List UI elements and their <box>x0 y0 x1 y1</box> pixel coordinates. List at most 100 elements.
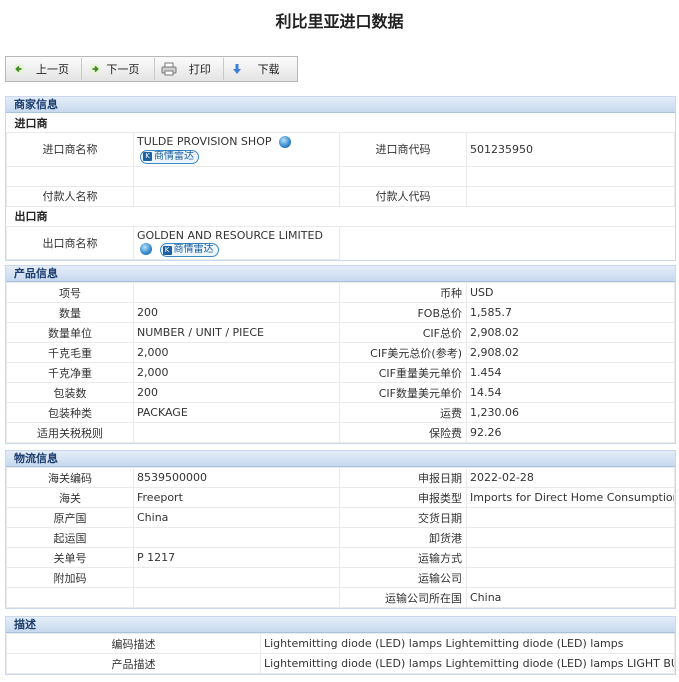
product-row: 包装数 200 CIF数量美元单价 14.54 <box>6 382 675 403</box>
product-row: 千克净重 2,000 CIF重量美元单价 1.454 <box>6 362 675 383</box>
logistics-field-value: 2022-02-28 <box>466 467 675 488</box>
product-field-value: 2,908.02 <box>466 342 675 363</box>
merchant-section: 商家信息 进口商 进口商名称 TULDE PROVISION SHOP K 商情雷… <box>5 96 676 261</box>
product-field-value: 200 <box>133 302 340 323</box>
product-field-label: CIF数量美元单价 <box>339 382 467 403</box>
product-description-value: Lightemitting diode (LED) lamps Lightemi… <box>260 653 675 674</box>
next-page-label: 下一页 <box>106 63 140 76</box>
product-row: 数量单位 NUMBER / UNIT / PIECE CIF总价 2,908.02 <box>6 322 675 343</box>
importer-name-cell: TULDE PROVISION SHOP K 商情雷达 <box>133 132 340 167</box>
logistics-row: 原产国 China 交货日期 <box>6 507 675 528</box>
product-field-label: CIF重量美元单价 <box>339 362 467 383</box>
logistics-table: 海关编码 8539500000 申报日期 2022-02-28 海关 Freeport 申报… <box>6 467 675 608</box>
print-label: 打印 <box>188 63 211 76</box>
exporter-name-value[interactable]: GOLDEN AND RESOURCE LIMITED <box>137 229 323 242</box>
logistics-field-label <box>6 587 134 608</box>
exporter-name-label: 出口商名称 <box>6 225 134 260</box>
product-row: 项号 币种 USD <box>6 282 675 303</box>
importer-name-value[interactable]: TULDE PROVISION SHOP <box>137 135 271 148</box>
product-field-label: 包装数 <box>6 382 134 403</box>
product-field-label: 币种 <box>339 282 467 303</box>
logistics-field-label: 卸货港 <box>339 527 467 548</box>
logistics-field-value <box>133 587 340 608</box>
logistics-field-label: 申报日期 <box>339 467 467 488</box>
importer-name-label: 进口商名称 <box>6 132 134 167</box>
page-title: 利比里亚进口数据 <box>275 12 404 31</box>
product-field-value: 1.454 <box>466 362 675 383</box>
logistics-field-label: 交货日期 <box>339 507 467 528</box>
product-field-label: 包装种类 <box>6 402 134 423</box>
logistics-row: 运输公司所在国 China <box>6 587 675 608</box>
product-field-value: 2,000 <box>133 362 340 383</box>
trade-radar-label: 商情雷达 <box>154 150 194 162</box>
payer-code-label: 付款人代码 <box>339 185 467 207</box>
globe-icon[interactable] <box>140 242 152 255</box>
arrow-left-icon <box>12 62 26 76</box>
payer-code-value <box>466 185 675 207</box>
importer-code-label: 进口商代码 <box>339 132 467 167</box>
description-section: 描述 编码描述 Lightemitting diode (LED) lamps … <box>5 616 676 675</box>
logistics-field-value: Imports for Direct Home Consumption <box>466 487 675 508</box>
product-field-label: 数量 <box>6 302 134 323</box>
product-section: 产品信息 项号 币种 USD 数量 200 FOB总价 1,585.7 数量单位 NUMBER … <box>5 265 676 444</box>
product-table: 项号 币种 USD 数量 200 FOB总价 1,585.7 数量单位 NUMBER / UNI… <box>6 282 675 443</box>
arrow-down-icon <box>230 62 244 76</box>
importer-code-value: 501235950 <box>466 132 675 167</box>
payer-name-value <box>133 185 340 207</box>
globe-icon[interactable] <box>278 136 291 148</box>
product-field-value: 92.26 <box>466 422 675 443</box>
radar-logo-icon: K <box>143 152 152 161</box>
logistics-field-value: China <box>466 587 675 608</box>
logistics-field-value <box>133 527 340 548</box>
logistics-row: 海关 Freeport 申报类型 Imports for Direct Home Co… <box>6 487 675 508</box>
logistics-field-label: 申报类型 <box>339 487 467 508</box>
product-field-value: 1,585.7 <box>466 302 675 323</box>
print-button[interactable]: 打印 <box>155 58 224 80</box>
exporter-subheader: 出口商 <box>6 206 675 227</box>
trade-radar-button[interactable]: K 商情雷达 <box>159 243 219 257</box>
logistics-section-header: 物流信息 <box>6 451 675 467</box>
logistics-row: 关单号 P 1217 运输方式 <box>6 547 675 568</box>
product-row: 适用关税税则 保险费 92.26 <box>6 422 675 443</box>
product-field-label: CIF总价 <box>339 322 467 343</box>
product-field-value: USD <box>466 282 675 303</box>
product-field-value: 2,000 <box>133 342 340 363</box>
exporter-name-cell: GOLDEN AND RESOURCE LIMITED K 商情雷达 <box>133 225 340 260</box>
product-field-value: NUMBER / UNIT / PIECE <box>133 322 340 343</box>
next-page-button[interactable]: 下一页 <box>82 58 155 80</box>
radar-logo-icon: K <box>162 245 172 255</box>
product-field-value: 1,230.06 <box>466 402 675 423</box>
logistics-row: 起运国 卸货港 <box>6 527 675 548</box>
logistics-field-value <box>466 507 675 528</box>
merchant-table: 进口商 进口商名称 TULDE PROVISION SHOP K 商情雷达 进口商… <box>6 113 675 260</box>
logistics-field-value <box>466 547 675 568</box>
logistics-field-value: China <box>133 507 340 528</box>
description-section-header: 描述 <box>6 617 675 633</box>
logistics-field-label: 海关 <box>6 487 134 508</box>
code-description-label: 编码描述 <box>6 633 261 654</box>
logistics-field-value <box>466 527 675 548</box>
product-section-header: 产品信息 <box>6 266 675 282</box>
logistics-field-label: 原产国 <box>6 507 134 528</box>
trade-radar-label: 商情雷达 <box>173 244 214 255</box>
product-field-value <box>133 422 340 443</box>
product-field-value: 14.54 <box>466 382 675 403</box>
logistics-field-label: 关单号 <box>6 547 134 568</box>
logistics-field-value: 8539500000 <box>133 467 340 488</box>
logistics-field-label: 海关编码 <box>6 467 134 488</box>
product-field-label: 数量单位 <box>6 322 134 343</box>
product-row: 数量 200 FOB总价 1,585.7 <box>6 302 675 323</box>
product-field-label: 千克毛重 <box>6 342 134 363</box>
logistics-field-label: 运输公司 <box>339 567 467 588</box>
product-field-label: 保险费 <box>339 422 467 443</box>
printer-icon <box>161 62 177 76</box>
download-label: 下载 <box>257 63 280 76</box>
product-field-value: 2,908.02 <box>466 322 675 343</box>
logistics-field-label: 附加码 <box>6 567 134 588</box>
trade-radar-button[interactable]: K 商情雷达 <box>140 149 199 164</box>
logistics-field-value <box>466 567 675 588</box>
logistics-field-value <box>133 567 340 588</box>
prev-page-button[interactable]: 上一页 <box>6 58 83 80</box>
download-button[interactable]: 下载 <box>224 58 297 80</box>
product-field-label: 适用关税税则 <box>6 422 134 443</box>
